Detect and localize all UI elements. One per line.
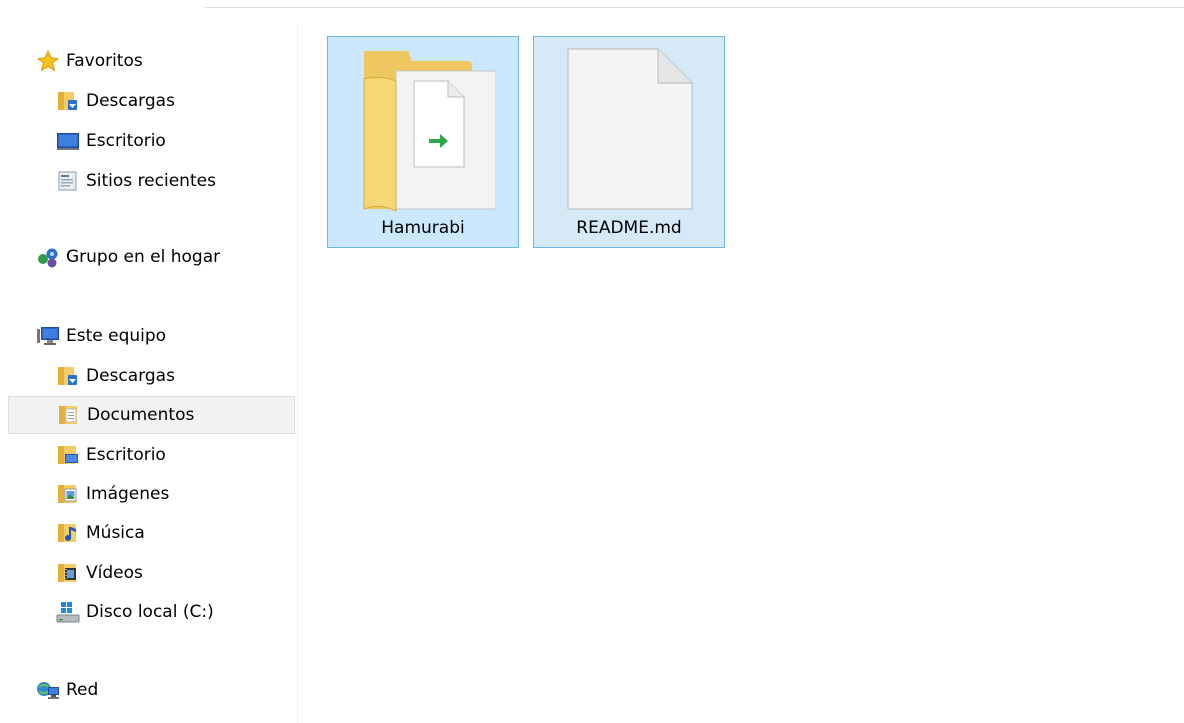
music-folder-icon bbox=[56, 521, 80, 545]
nav-homegroup-label: Grupo en el hogar bbox=[66, 247, 221, 267]
recent-places-icon bbox=[56, 169, 80, 193]
homegroup-icon bbox=[36, 245, 60, 269]
downloads-folder-icon bbox=[56, 364, 80, 388]
local-disk-icon bbox=[56, 600, 80, 624]
star-icon bbox=[36, 49, 60, 73]
nav-favorites[interactable]: Favoritos bbox=[36, 42, 143, 80]
documents-folder-icon bbox=[57, 403, 81, 427]
file-list-pane: Hamurabi README.md bbox=[298, 24, 1184, 723]
navigation-pane: Favoritos Descargas Escritorio Sitios re… bbox=[0, 24, 298, 723]
nav-this-pc-label: Este equipo bbox=[66, 326, 167, 346]
nav-item-desktop[interactable]: Escritorio bbox=[56, 436, 166, 474]
nav-network[interactable]: Red bbox=[36, 671, 98, 709]
nav-item-pictures[interactable]: Imágenes bbox=[56, 475, 169, 513]
nav-item-label: Descargas bbox=[86, 91, 175, 111]
file-item-folder[interactable]: Hamurabi bbox=[327, 36, 519, 248]
nav-item-label: Disco local (C:) bbox=[86, 602, 214, 622]
nav-this-pc[interactable]: Este equipo bbox=[36, 317, 166, 355]
nav-item-label: Descargas bbox=[86, 366, 175, 386]
blank-document-icon bbox=[558, 47, 702, 213]
nav-homegroup[interactable]: Grupo en el hogar bbox=[36, 238, 220, 276]
network-icon bbox=[36, 678, 60, 702]
pictures-folder-icon bbox=[56, 482, 80, 506]
nav-network-label: Red bbox=[66, 680, 99, 700]
nav-item-label: Escritorio bbox=[86, 131, 166, 151]
nav-item-favorites-downloads[interactable]: Descargas bbox=[56, 82, 175, 120]
nav-item-documents[interactable]: Documentos bbox=[8, 396, 295, 434]
nav-item-music[interactable]: Música bbox=[56, 514, 145, 552]
nav-item-label: Escritorio bbox=[86, 445, 166, 465]
desktop-icon bbox=[56, 129, 80, 153]
videos-folder-icon bbox=[56, 561, 80, 585]
nav-item-label: Sitios recientes bbox=[86, 171, 216, 191]
nav-item-label: Documentos bbox=[87, 405, 195, 425]
nav-item-label: Música bbox=[86, 523, 145, 543]
folder-shortcut-icon bbox=[352, 47, 497, 213]
nav-item-label: Vídeos bbox=[86, 563, 143, 583]
file-name: Hamurabi bbox=[381, 218, 465, 238]
nav-favorites-label: Favoritos bbox=[66, 51, 143, 71]
file-name: README.md bbox=[576, 218, 682, 238]
nav-item-downloads[interactable]: Descargas bbox=[56, 357, 175, 395]
address-bar-divider bbox=[205, 7, 1184, 8]
downloads-folder-icon bbox=[56, 89, 80, 113]
file-item-document[interactable]: README.md bbox=[533, 36, 725, 248]
computer-icon bbox=[36, 324, 60, 348]
nav-item-local-disk[interactable]: Disco local (C:) bbox=[56, 593, 214, 631]
desktop-folder-icon bbox=[56, 443, 80, 467]
nav-item-videos[interactable]: Vídeos bbox=[56, 554, 143, 592]
nav-item-favorites-desktop[interactable]: Escritorio bbox=[56, 122, 166, 160]
nav-item-favorites-recent-places[interactable]: Sitios recientes bbox=[56, 162, 216, 200]
nav-item-label: Imágenes bbox=[86, 484, 170, 504]
